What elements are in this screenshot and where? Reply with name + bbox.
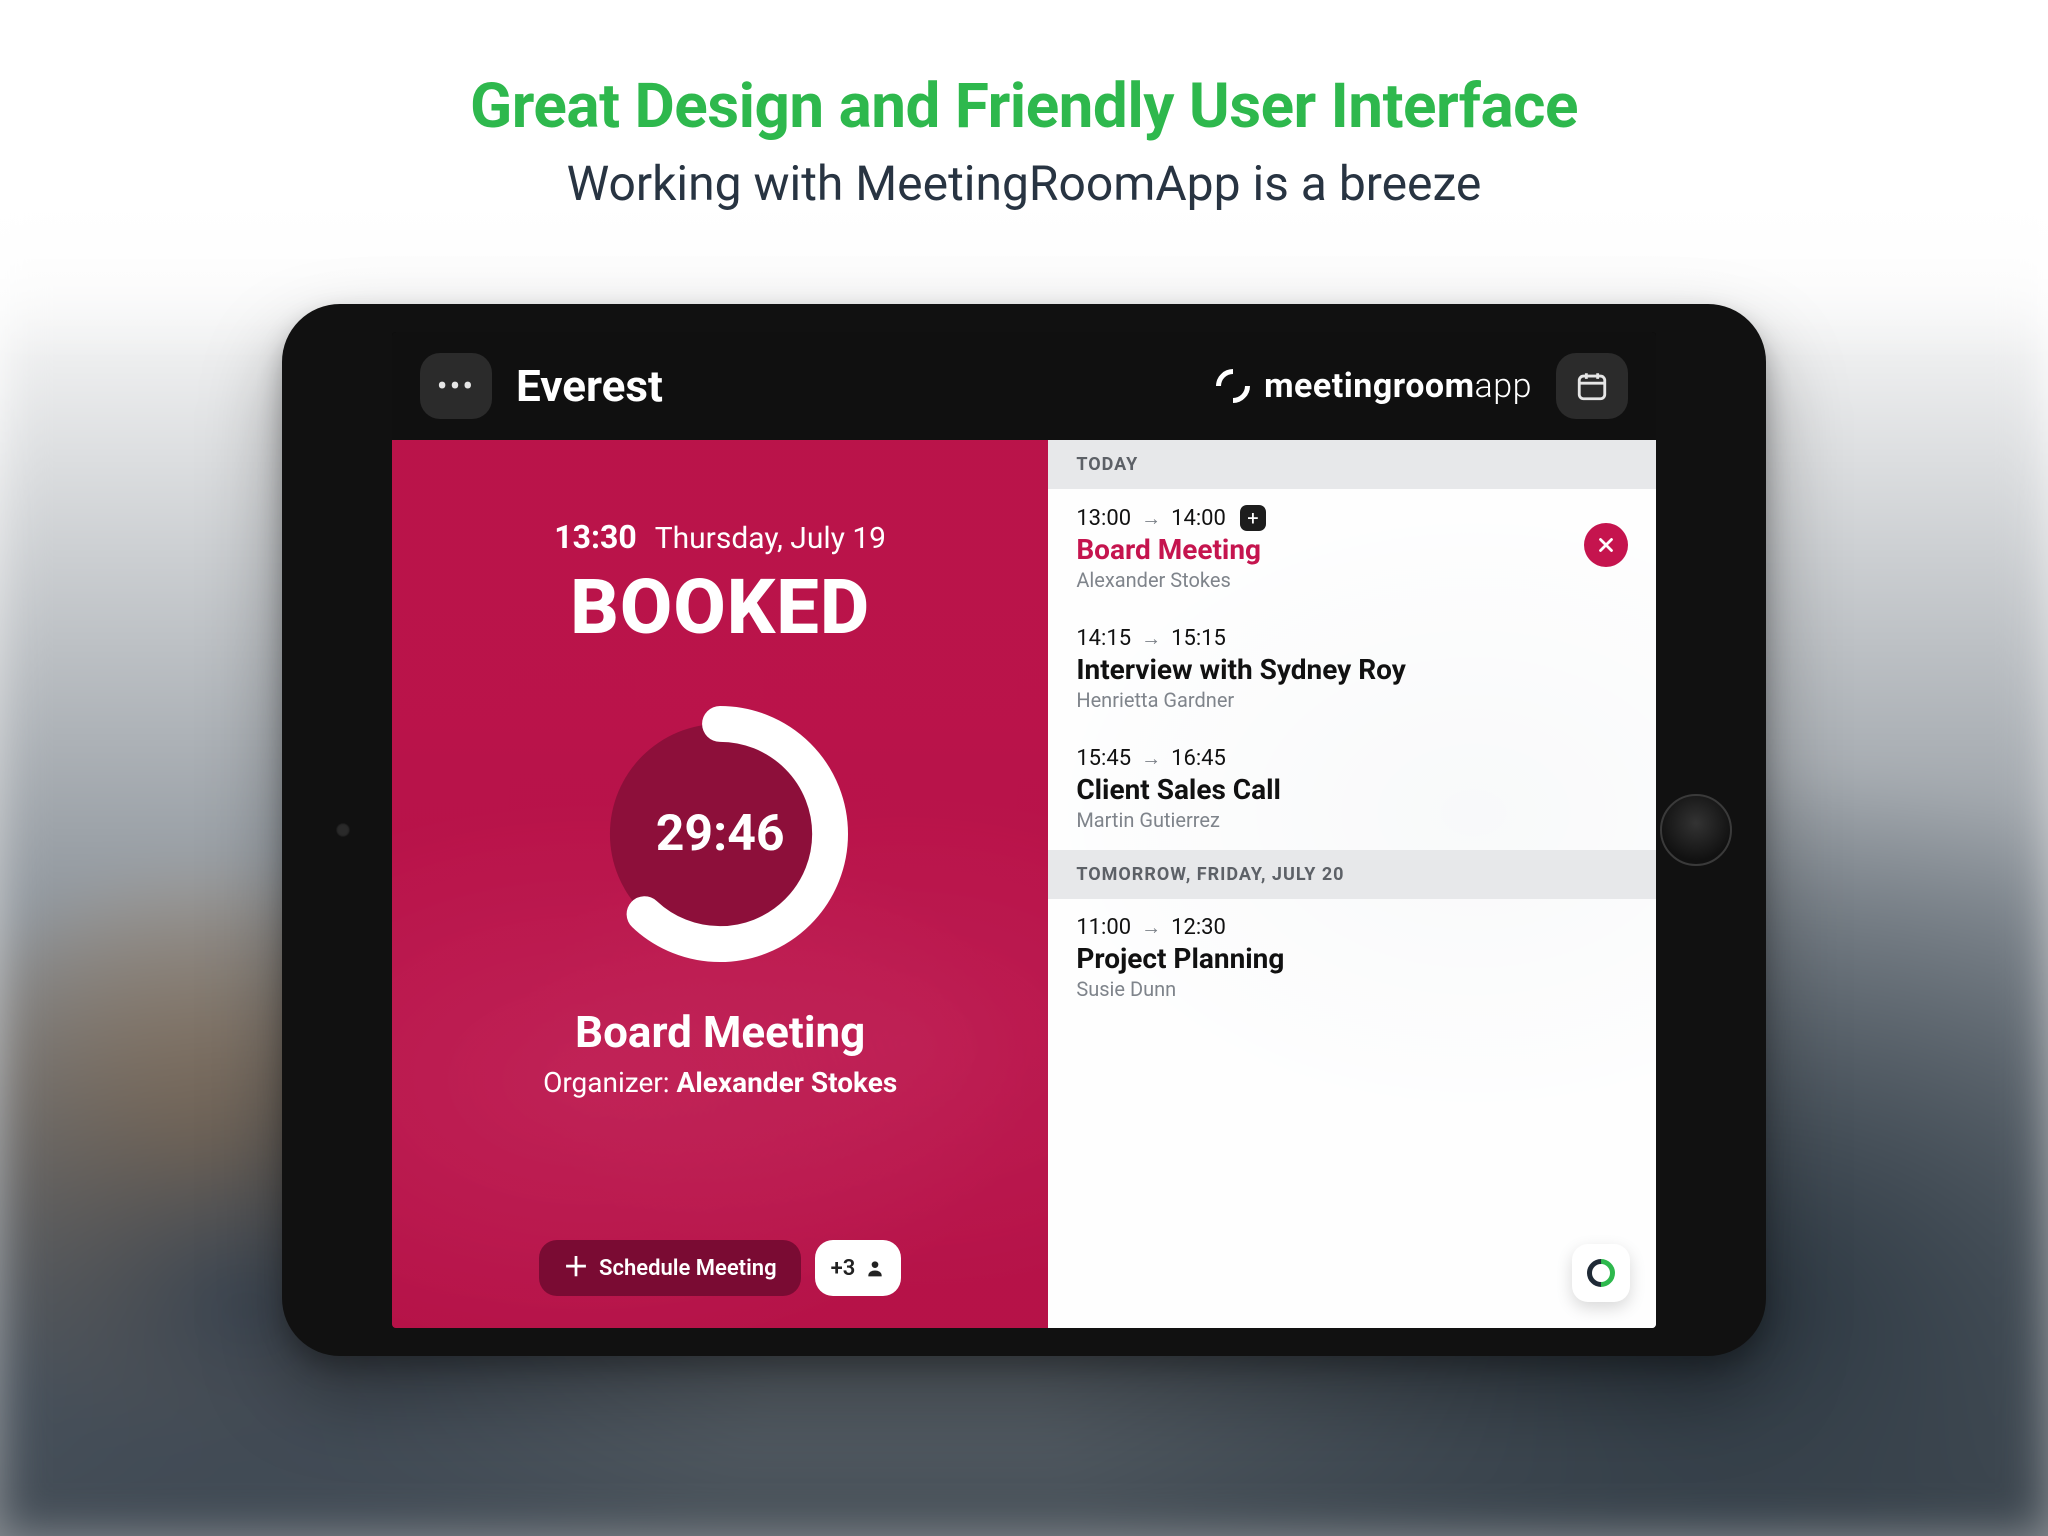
- close-icon: [1595, 534, 1617, 556]
- event-end-time: 14:00: [1171, 506, 1226, 531]
- plus-icon: ＋: [563, 1255, 589, 1281]
- event-start-time: 15:45: [1076, 746, 1131, 771]
- action-chip-row: ＋ Schedule Meeting +3: [539, 1240, 901, 1296]
- event-organizer: Henrietta Gardner: [1076, 688, 1628, 712]
- calendar-icon: [1575, 369, 1609, 403]
- app-screen: ••• Everest meetingroomapp: [392, 332, 1656, 1328]
- arrow-right-icon: →: [1141, 915, 1161, 940]
- event-time-range: 15:45 → 16:45: [1076, 746, 1628, 771]
- agenda-section-header: TOMORROW, FRIDAY, JULY 20: [1048, 850, 1656, 899]
- event-organizer: Alexander Stokes: [1076, 568, 1628, 592]
- organizer-label: Organizer:: [543, 1066, 670, 1099]
- cancel-meeting-button[interactable]: [1584, 523, 1628, 567]
- event-organizer: Martin Gutierrez: [1076, 808, 1628, 832]
- room-name: Everest: [516, 360, 663, 412]
- countdown-dial: 29:46: [592, 706, 848, 962]
- agenda-event[interactable]: 13:00 → 14:00 +Board MeetingAlexander Stoke…: [1048, 489, 1656, 610]
- event-title: Interview with Sydney Roy: [1076, 653, 1628, 686]
- event-end-time: 16:45: [1171, 746, 1226, 771]
- brand-ring-mini-icon: [1581, 1253, 1621, 1293]
- calendar-button[interactable]: [1556, 353, 1628, 419]
- device-camera: [336, 823, 350, 837]
- event-start-time: 14:15: [1076, 626, 1131, 651]
- current-time: 13:30: [554, 518, 636, 556]
- event-time-range: 13:00 → 14:00 +: [1076, 505, 1628, 531]
- schedule-meeting-label: Schedule Meeting: [599, 1256, 777, 1281]
- agenda-event[interactable]: 14:15 → 15:15Interview with Sydney RoyHenr…: [1048, 610, 1656, 730]
- agenda-panel: TODAY 13:00 → 14:00 +Board MeetingAlexander …: [1048, 440, 1656, 1328]
- brand-fab-button[interactable]: [1572, 1244, 1630, 1302]
- arrow-right-icon: →: [1141, 506, 1161, 531]
- agenda-event[interactable]: 11:00 → 12:30Project PlanningSusie Dunn: [1048, 899, 1656, 1019]
- event-end-time: 12:30: [1171, 915, 1226, 940]
- event-start-time: 11:00: [1076, 915, 1131, 940]
- status-panel: 13:30 Thursday, July 19 BOOKED 29:46 Boa…: [392, 440, 1048, 1328]
- event-title: Client Sales Call: [1076, 773, 1628, 806]
- countdown-value: 29:46: [592, 706, 848, 962]
- attendees-extra-count: +3: [831, 1256, 856, 1281]
- marketing-headline: Great Design and Friendly User Interface…: [0, 70, 2048, 212]
- brand-logo: meetingroomapp: [1216, 366, 1532, 406]
- clock-line: 13:30 Thursday, July 19: [554, 518, 886, 556]
- event-start-time: 13:00: [1076, 506, 1131, 531]
- current-meeting-title: Board Meeting: [575, 1006, 865, 1058]
- headline-title: Great Design and Friendly User Interface: [0, 70, 2048, 143]
- headline-subtitle: Working with MeetingRoomApp is a breeze: [0, 155, 2048, 212]
- schedule-meeting-button[interactable]: ＋ Schedule Meeting: [539, 1240, 801, 1296]
- arrow-right-icon: →: [1141, 746, 1161, 771]
- event-organizer: Susie Dunn: [1076, 977, 1628, 1001]
- top-bar: ••• Everest meetingroomapp: [392, 332, 1656, 440]
- agenda-event[interactable]: 15:45 → 16:45Client Sales CallMartin Gutie…: [1048, 730, 1656, 850]
- organizer-name: Alexander Stokes: [677, 1066, 898, 1099]
- brand-text-suffix: app: [1475, 366, 1532, 406]
- event-time-range: 11:00 → 12:30: [1076, 915, 1628, 940]
- more-icon: •••: [437, 367, 475, 405]
- person-icon: [865, 1258, 885, 1278]
- status-word: BOOKED: [570, 562, 870, 652]
- status-inner: 13:30 Thursday, July 19 BOOKED 29:46 Boa…: [392, 440, 1048, 1328]
- current-date: Thursday, July 19: [655, 521, 886, 556]
- extend-meeting-button[interactable]: +: [1240, 505, 1266, 531]
- device-home-button[interactable]: [1660, 794, 1732, 866]
- more-options-button[interactable]: •••: [420, 353, 492, 419]
- brand-text-prefix: meetingroom: [1264, 366, 1474, 406]
- arrow-right-icon: →: [1141, 626, 1161, 651]
- event-title: Board Meeting: [1076, 533, 1628, 566]
- event-title: Project Planning: [1076, 942, 1628, 975]
- organizer-line: Organizer: Alexander Stokes: [543, 1066, 897, 1099]
- agenda-section-header: TODAY: [1048, 440, 1656, 489]
- main-split: 13:30 Thursday, July 19 BOOKED 29:46 Boa…: [392, 440, 1656, 1328]
- tablet-device-frame: ••• Everest meetingroomapp: [282, 304, 1766, 1356]
- brand-ring-icon: [1209, 362, 1257, 410]
- event-time-range: 14:15 → 15:15: [1076, 626, 1628, 651]
- attendees-button[interactable]: +3: [815, 1240, 902, 1296]
- event-end-time: 15:15: [1171, 626, 1226, 651]
